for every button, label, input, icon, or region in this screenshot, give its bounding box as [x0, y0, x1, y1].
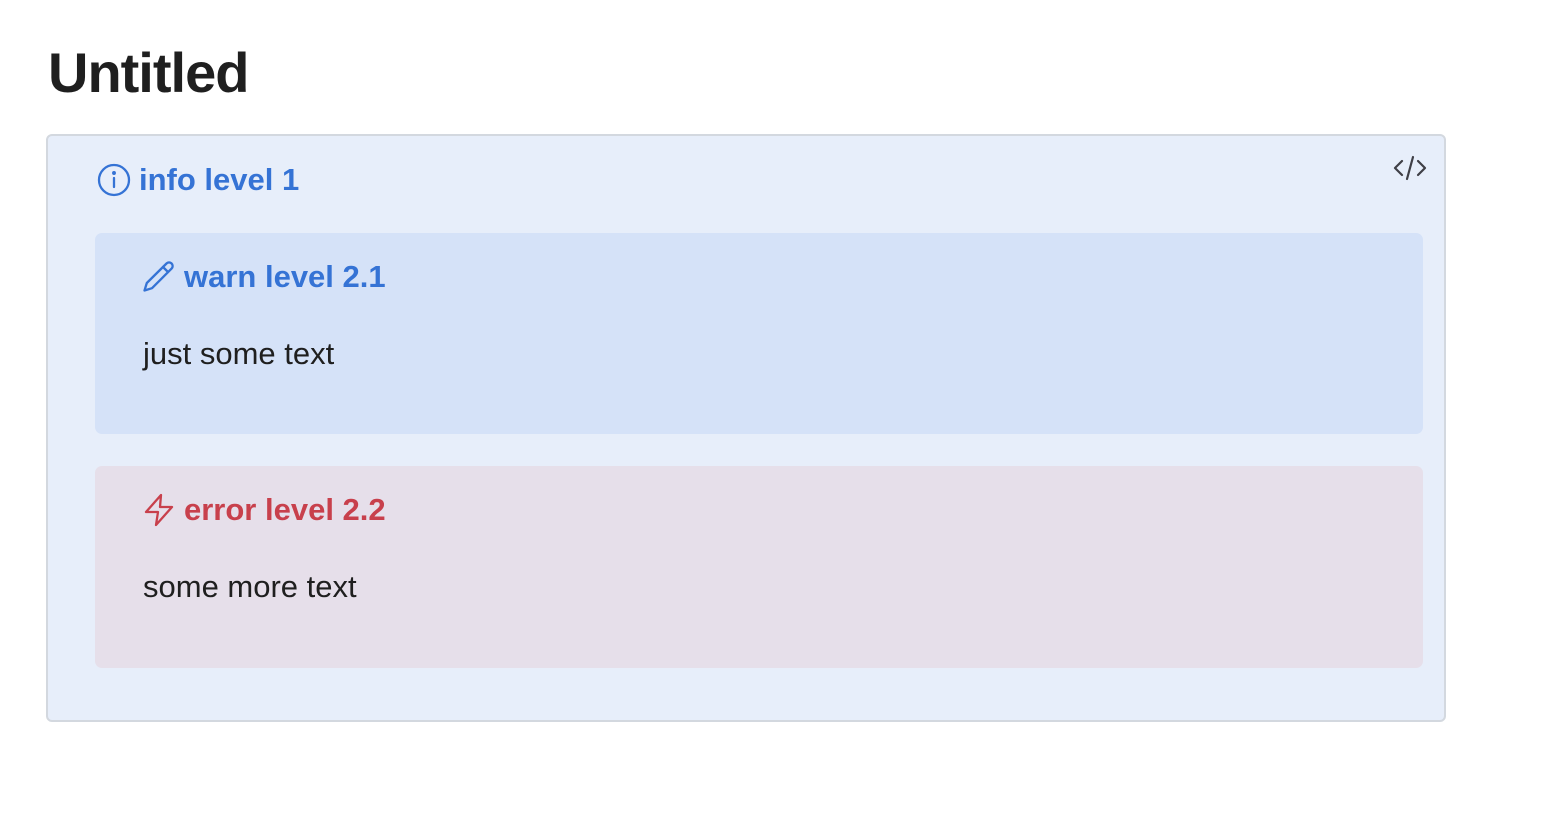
- lightning-icon: [141, 492, 177, 528]
- warn-callout-title[interactable]: warn level 2.1: [141, 257, 386, 297]
- code-icon: [1392, 154, 1428, 187]
- code-toggle-button[interactable]: [1390, 154, 1430, 186]
- error-callout: error level 2.2 some more text: [95, 466, 1423, 668]
- warn-callout-title-text: warn level 2.1: [184, 259, 386, 294]
- info-callout: info level 1 warn level 2.1 just some te…: [46, 134, 1446, 722]
- info-icon: [96, 162, 132, 198]
- pencil-icon: [141, 259, 177, 295]
- error-callout-title-text: error level 2.2: [184, 492, 386, 527]
- info-callout-title-text: info level 1: [139, 162, 300, 197]
- error-callout-body: some more text: [143, 569, 357, 604]
- info-callout-title[interactable]: info level 1: [96, 160, 299, 200]
- page-title: Untitled: [48, 41, 249, 104]
- warn-callout-body: just some text: [143, 336, 335, 371]
- error-callout-title[interactable]: error level 2.2: [141, 490, 386, 530]
- warn-callout: warn level 2.1 just some text: [95, 233, 1423, 434]
